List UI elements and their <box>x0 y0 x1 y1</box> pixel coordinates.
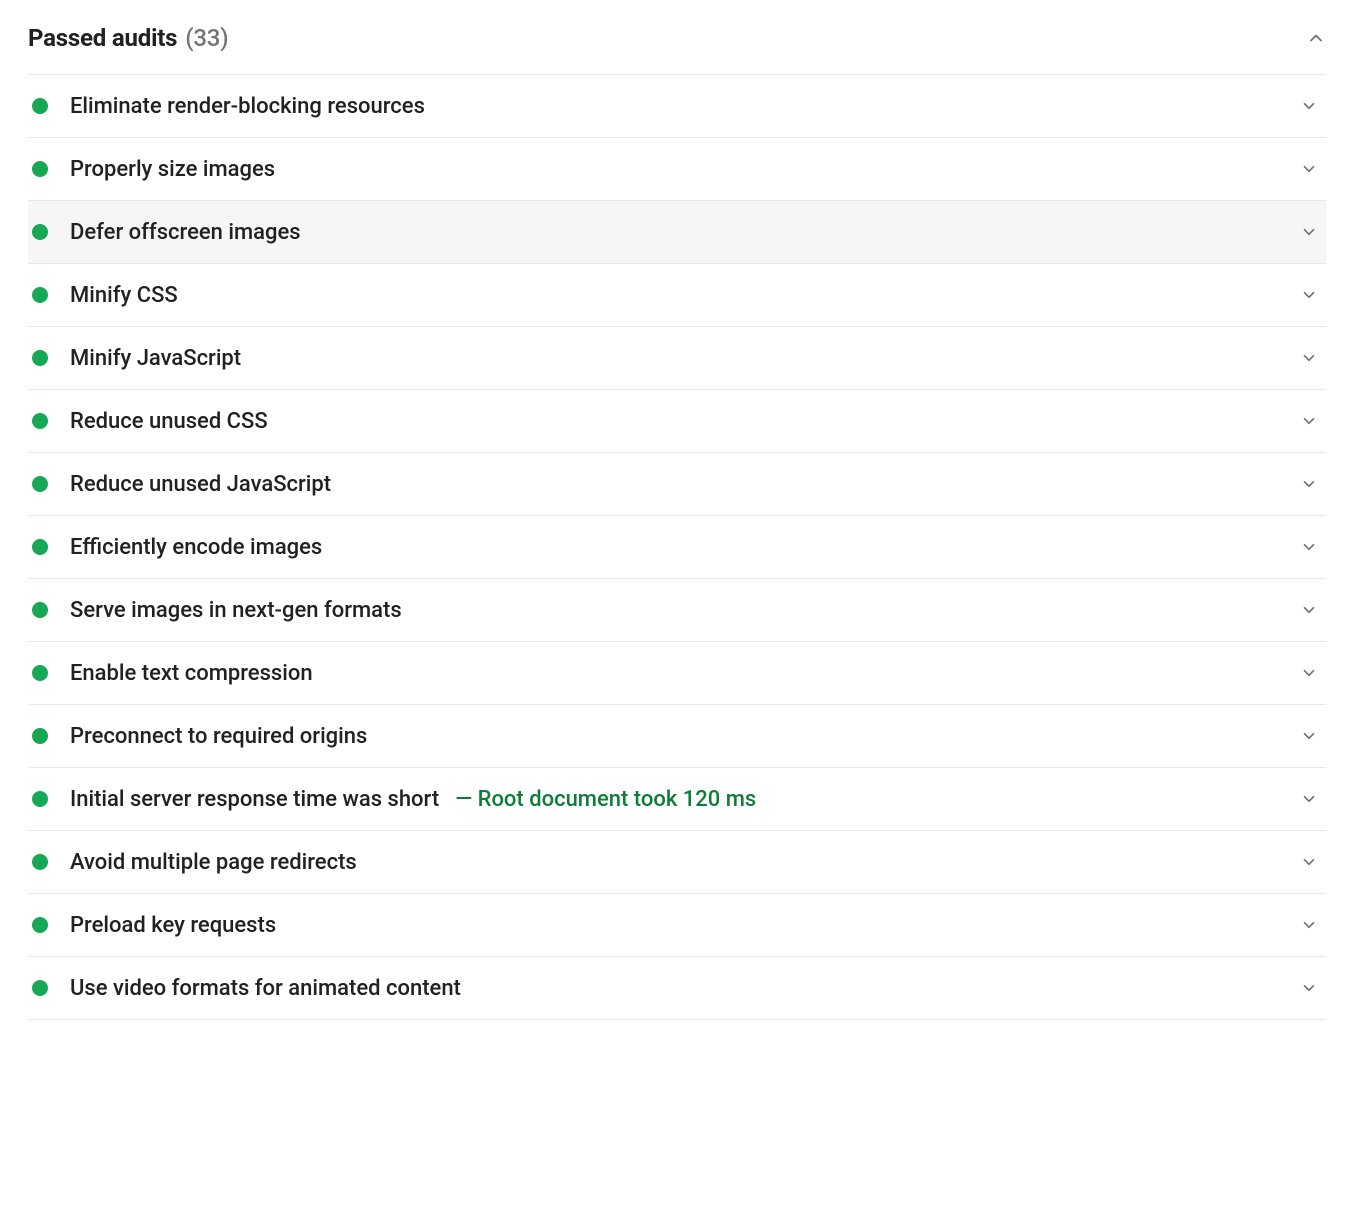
audit-list: Eliminate render-blocking resources Prope… <box>28 75 1326 1020</box>
audit-label: Efficiently encode images <box>70 535 322 560</box>
chevron-down-icon <box>1300 664 1318 682</box>
chevron-down-icon <box>1300 97 1318 115</box>
audit-row[interactable]: Reduce unused JavaScript <box>28 453 1326 516</box>
audit-label: Minify JavaScript <box>70 346 241 371</box>
chevron-down-icon <box>1300 349 1318 367</box>
audit-label: Initial server response time was short <box>70 787 439 812</box>
audit-row[interactable]: Serve images in next-gen formats <box>28 579 1326 642</box>
status-pass-icon <box>32 98 48 114</box>
status-pass-icon <box>32 413 48 429</box>
audit-label: Defer offscreen images <box>70 220 301 245</box>
audit-row[interactable]: Defer offscreen images <box>28 201 1326 264</box>
audit-label: Preload key requests <box>70 913 276 938</box>
chevron-down-icon <box>1300 286 1318 304</box>
status-pass-icon <box>32 665 48 681</box>
status-pass-icon <box>32 728 48 744</box>
audit-row[interactable]: Properly size images <box>28 138 1326 201</box>
audit-label: Properly size images <box>70 157 275 182</box>
audit-row[interactable]: Reduce unused CSS <box>28 390 1326 453</box>
passed-audits-section: Passed audits (33) Eliminate render-bloc… <box>0 0 1354 1030</box>
audit-row[interactable]: Minify CSS <box>28 264 1326 327</box>
chevron-down-icon <box>1300 979 1318 997</box>
status-pass-icon <box>32 476 48 492</box>
section-count: (33) <box>185 24 228 52</box>
audit-row[interactable]: Initial server response time was short — … <box>28 768 1326 831</box>
audit-row[interactable]: Efficiently encode images <box>28 516 1326 579</box>
chevron-down-icon <box>1300 601 1318 619</box>
chevron-down-icon <box>1300 853 1318 871</box>
chevron-down-icon <box>1300 160 1318 178</box>
chevron-up-icon <box>1306 28 1326 48</box>
audit-label: Eliminate render-blocking resources <box>70 94 425 119</box>
status-pass-icon <box>32 161 48 177</box>
audit-row[interactable]: Use video formats for animated content <box>28 957 1326 1020</box>
audit-label: Use video formats for animated content <box>70 976 461 1001</box>
section-title: Passed audits <box>28 24 177 52</box>
chevron-down-icon <box>1300 223 1318 241</box>
status-pass-icon <box>32 917 48 933</box>
chevron-down-icon <box>1300 790 1318 808</box>
audit-label: Preconnect to required origins <box>70 724 367 749</box>
audit-row[interactable]: Eliminate render-blocking resources <box>28 75 1326 138</box>
chevron-down-icon <box>1300 727 1318 745</box>
status-pass-icon <box>32 224 48 240</box>
status-pass-icon <box>32 854 48 870</box>
chevron-down-icon <box>1300 412 1318 430</box>
audit-row[interactable]: Preload key requests <box>28 894 1326 957</box>
section-title-wrap: Passed audits (33) <box>28 24 228 52</box>
audit-row[interactable]: Avoid multiple page redirects <box>28 831 1326 894</box>
audit-row[interactable]: Preconnect to required origins <box>28 705 1326 768</box>
status-pass-icon <box>32 539 48 555</box>
audit-label: Enable text compression <box>70 661 313 686</box>
section-header[interactable]: Passed audits (33) <box>28 18 1326 74</box>
chevron-down-icon <box>1300 916 1318 934</box>
audit-row[interactable]: Enable text compression <box>28 642 1326 705</box>
status-pass-icon <box>32 350 48 366</box>
status-pass-icon <box>32 287 48 303</box>
audit-label: Serve images in next-gen formats <box>70 598 402 623</box>
status-pass-icon <box>32 791 48 807</box>
chevron-down-icon <box>1300 538 1318 556</box>
audit-label: Reduce unused JavaScript <box>70 472 331 497</box>
status-pass-icon <box>32 602 48 618</box>
audit-row[interactable]: Minify JavaScript <box>28 327 1326 390</box>
audit-label: Minify CSS <box>70 283 178 308</box>
audit-detail: — Root document took 120 ms <box>455 787 756 812</box>
audit-label: Reduce unused CSS <box>70 409 268 434</box>
audit-label: Avoid multiple page redirects <box>70 850 357 875</box>
status-pass-icon <box>32 980 48 996</box>
chevron-down-icon <box>1300 475 1318 493</box>
